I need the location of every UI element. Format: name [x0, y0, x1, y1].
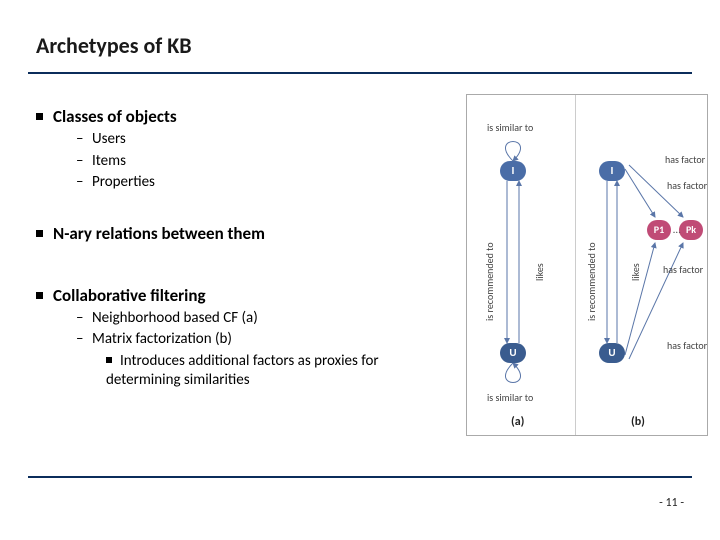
slide: Archetypes of KB Classes of objects –Use…: [0, 0, 720, 540]
sub-cf-b-detail-label: Introduces additional factors as proxies…: [106, 352, 379, 390]
sub-cf-b: –Matrix factorization (b): [76, 330, 456, 350]
node-U-a: U: [500, 343, 526, 363]
label-has-factor-4: has factor: [667, 339, 707, 352]
sub-cf-b-detail: Introduces additional factors as proxies…: [106, 352, 456, 391]
caption-b: (b): [631, 415, 645, 429]
dash-icon: –: [76, 309, 86, 329]
title-rule: [28, 72, 692, 74]
content-area: Classes of objects –Users –Items –Proper…: [36, 96, 456, 393]
label-likes-a: likes: [533, 263, 546, 281]
sub-items: –Items: [76, 152, 456, 172]
bullet-nary-label: N-ary relations between them: [53, 223, 265, 244]
square-bullet-icon: [106, 357, 112, 363]
square-bullet-icon: [36, 292, 43, 299]
label-has-factor-1: has factor: [665, 153, 705, 166]
label-has-factor-2: has factor: [667, 179, 707, 192]
page-number: - 11 -: [659, 496, 684, 510]
node-I-a: I: [500, 161, 526, 181]
node-P1: P1: [647, 220, 671, 240]
footer-rule: [28, 476, 692, 478]
label-recommended-b: is recommended to: [585, 242, 598, 321]
caption-a: (a): [511, 415, 524, 429]
sub-properties: –Properties: [76, 173, 456, 193]
bullet-classes: Classes of objects: [36, 106, 456, 128]
dash-icon: –: [76, 330, 86, 350]
label-has-factor-3: has factor: [663, 263, 703, 276]
label-likes-b: likes: [629, 263, 642, 281]
square-bullet-icon: [36, 230, 43, 237]
square-bullet-icon: [36, 113, 43, 120]
sub-users-label: Users: [92, 130, 126, 148]
sub-cf-a-label: Neighborhood based CF (a): [92, 309, 258, 327]
node-I-b: I: [599, 161, 625, 181]
sub-items-label: Items: [92, 152, 126, 170]
sub-cf-a: –Neighborhood based CF (a): [76, 309, 456, 329]
label-recommended-a: is recommended to: [483, 242, 496, 321]
ellipsis: …: [673, 223, 681, 236]
node-U-b: U: [599, 343, 625, 363]
label-similar-a-bottom: is similar to: [487, 391, 533, 404]
dash-icon: –: [76, 130, 86, 150]
bullet-classes-label: Classes of objects: [53, 106, 177, 127]
bullet-nary: N-ary relations between them: [36, 223, 456, 245]
node-Pk: Pk: [679, 220, 703, 240]
figure: I U I U P1 Pk … is similar to is similar…: [466, 94, 708, 436]
sub-properties-label: Properties: [92, 173, 155, 191]
bullet-cf: Collaborative filtering: [36, 285, 456, 307]
figure-divider: [575, 95, 576, 435]
sub-cf-b-label: Matrix factorization (b): [92, 330, 232, 348]
dash-icon: –: [76, 173, 86, 193]
slide-title: Archetypes of KB: [36, 32, 192, 59]
bullet-cf-label: Collaborative filtering: [53, 285, 206, 306]
sub-users: –Users: [76, 130, 456, 150]
label-similar-a-top: is similar to: [487, 121, 533, 134]
dash-icon: –: [76, 152, 86, 172]
